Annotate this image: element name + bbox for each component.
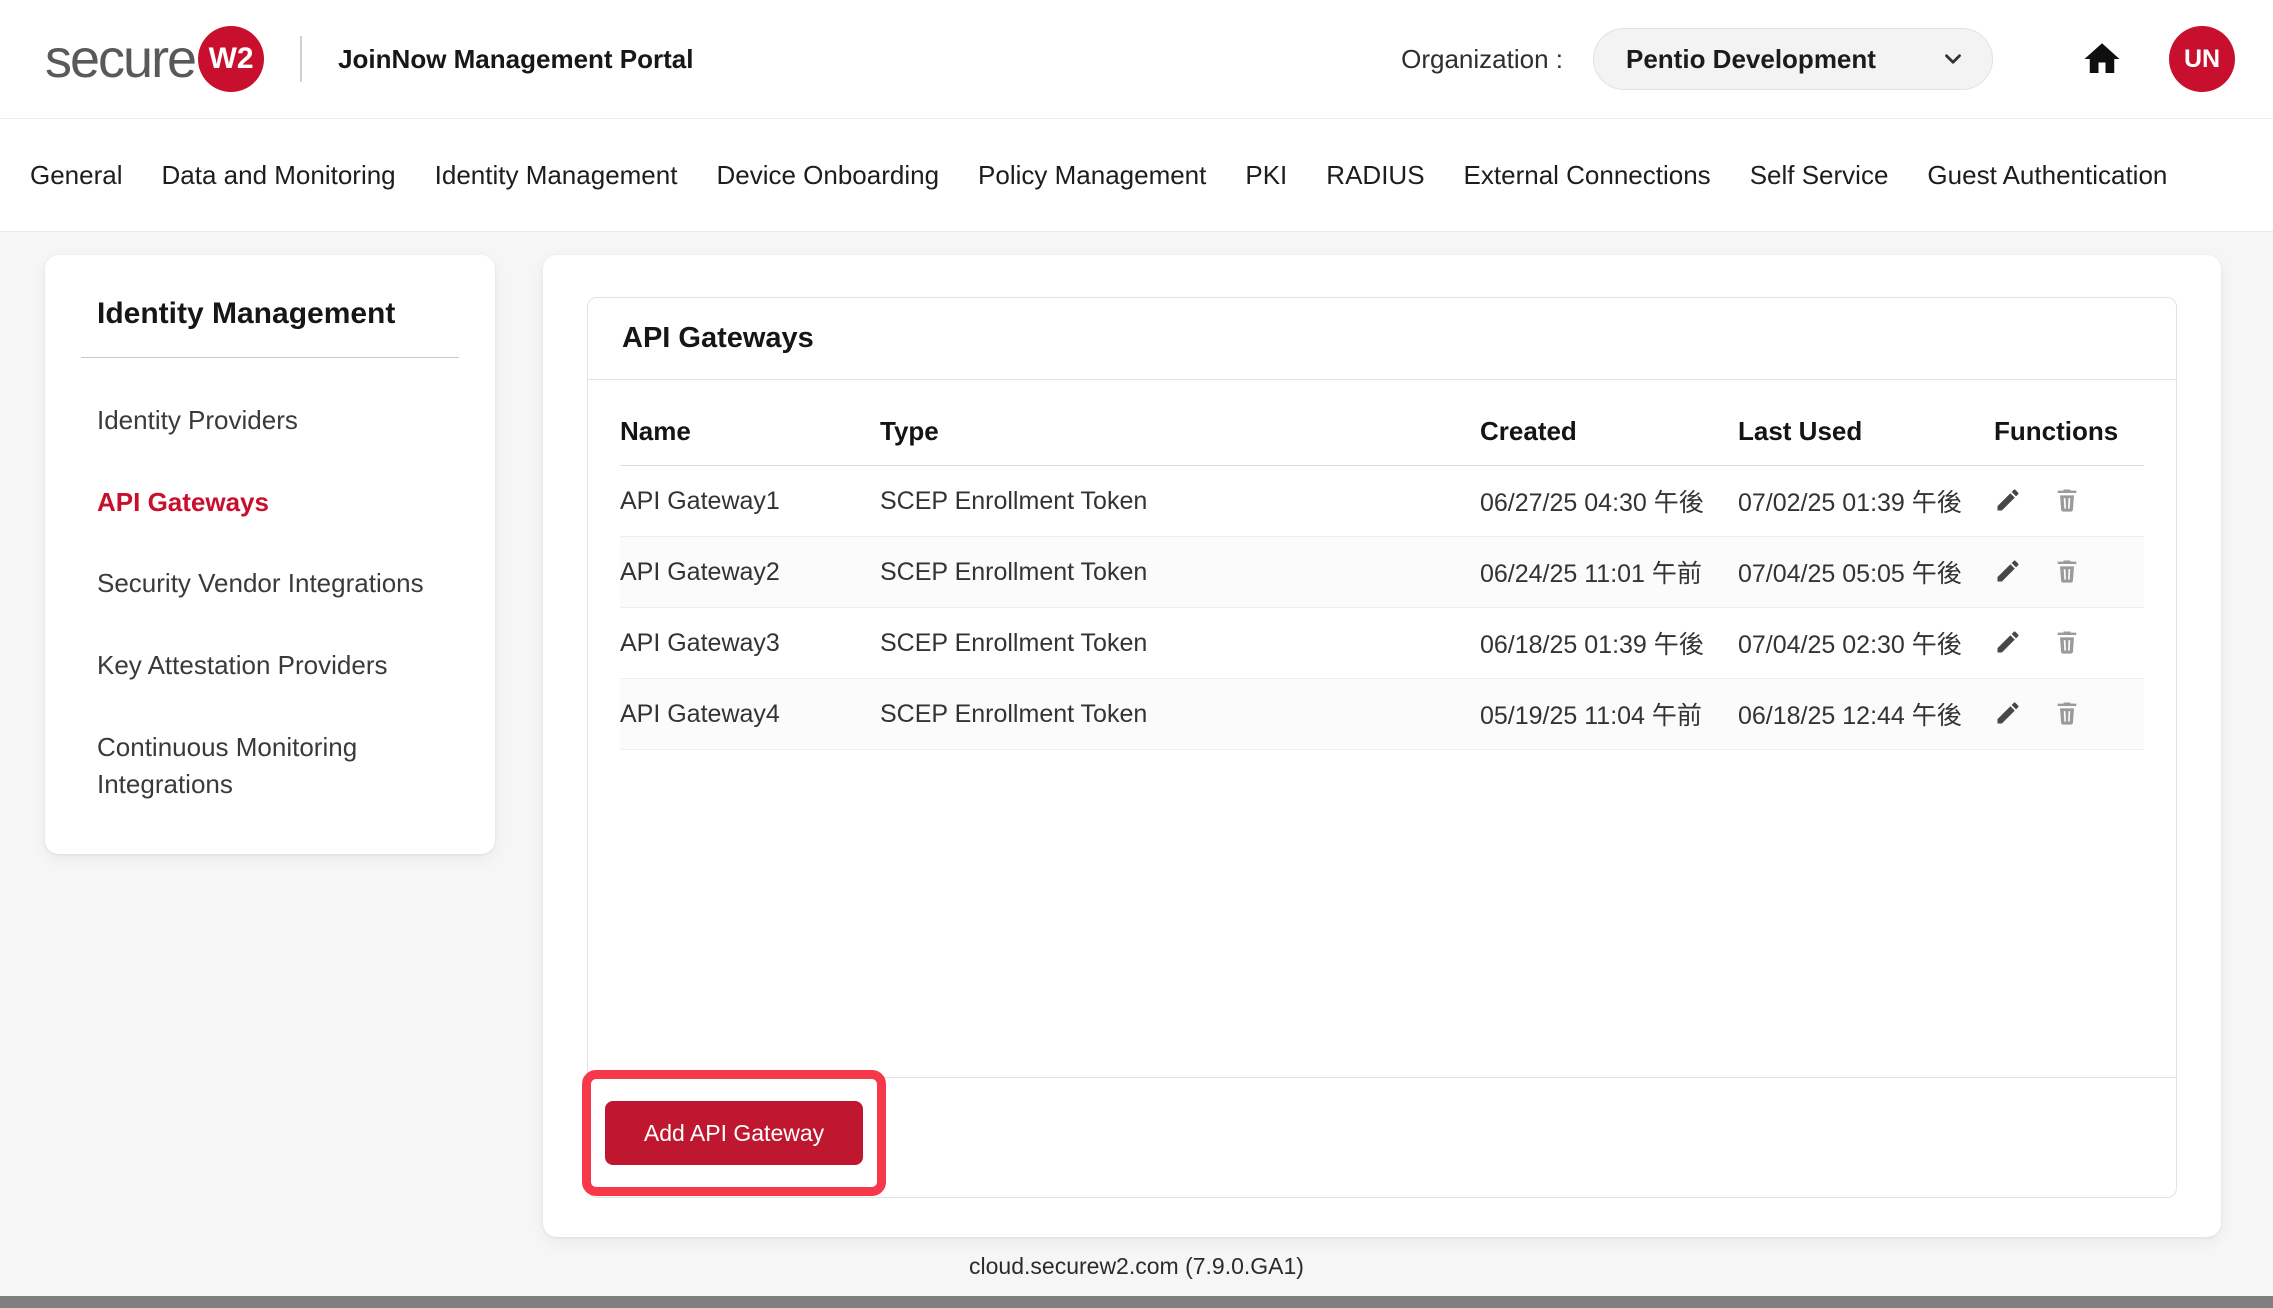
column-header-created: Created — [1480, 400, 1738, 466]
nav-item-external-connections[interactable]: External Connections — [1464, 160, 1711, 191]
identity-management-sidebar: Identity Management Identity Providers A… — [45, 255, 495, 854]
nav-item-pki[interactable]: PKI — [1245, 160, 1287, 191]
cell-name: API Gateway1 — [620, 466, 880, 537]
logo-text: secure — [45, 28, 195, 90]
cell-last-used: 06/18/25 12:44 午後 — [1738, 679, 1994, 750]
cell-type: SCEP Enrollment Token — [880, 466, 1480, 537]
table-header-row: Name Type Created Last Used Functions — [620, 400, 2144, 466]
edit-button[interactable] — [1994, 486, 2022, 517]
nav-item-identity-management[interactable]: Identity Management — [435, 160, 678, 191]
delete-button[interactable] — [2053, 557, 2081, 588]
cell-last-used: 07/04/25 05:05 午後 — [1738, 537, 1994, 608]
home-icon[interactable] — [2081, 38, 2123, 80]
cell-functions — [1994, 608, 2144, 679]
sidebar-item-security-vendor-integrations[interactable]: Security Vendor Integrations — [97, 565, 425, 603]
column-header-functions: Functions — [1994, 400, 2144, 466]
nav-item-data-and-monitoring[interactable]: Data and Monitoring — [162, 160, 396, 191]
cell-last-used: 07/02/25 01:39 午後 — [1738, 466, 1994, 537]
nav-item-guest-authentication[interactable]: Guest Authentication — [1927, 160, 2167, 191]
pencil-icon — [1998, 489, 2019, 510]
api-gateways-panel: API Gateways Name Type Created Last Used… — [587, 297, 2177, 1198]
cell-name: API Gateway4 — [620, 679, 880, 750]
cell-functions — [1994, 537, 2144, 608]
bottom-window-bar — [0, 1296, 2273, 1308]
api-gateways-table: Name Type Created Last Used Functions AP… — [620, 400, 2144, 750]
edit-button[interactable] — [1994, 557, 2022, 588]
cell-functions — [1994, 679, 2144, 750]
sidebar-item-api-gateways[interactable]: API Gateways — [97, 484, 425, 522]
logo-badge: W2 — [198, 26, 264, 92]
sidebar-item-key-attestation-providers[interactable]: Key Attestation Providers — [97, 647, 425, 685]
pencil-icon — [1998, 702, 2019, 723]
sidebar-list: Identity Providers API Gateways Security… — [81, 402, 459, 804]
top-header: secure W2 JoinNow Management Portal Orga… — [0, 0, 2273, 119]
annotation-highlight-box: Add API Gateway — [582, 1070, 886, 1196]
chevron-down-icon — [1940, 46, 1966, 72]
delete-button[interactable] — [2053, 628, 2081, 659]
panel-footer: Add API Gateway — [588, 1077, 2176, 1197]
edit-button[interactable] — [1994, 628, 2022, 659]
cell-created: 06/18/25 01:39 午後 — [1480, 608, 1738, 679]
sidebar-item-continuous-monitoring-integrations[interactable]: Continuous Monitoring Integrations — [97, 729, 425, 804]
sidebar-item-identity-providers[interactable]: Identity Providers — [97, 402, 425, 440]
table-row: API Gateway1 SCEP Enrollment Token 06/27… — [620, 466, 2144, 537]
delete-button[interactable] — [2053, 699, 2081, 730]
edit-button[interactable] — [1994, 699, 2022, 730]
column-header-last-used: Last Used — [1738, 400, 1994, 466]
header-right: Organization : Pentio Development UN — [1401, 26, 2235, 92]
pencil-icon — [1998, 631, 2019, 652]
cell-functions — [1994, 466, 2144, 537]
site-footer-text: cloud.securew2.com (7.9.0.GA1) — [0, 1237, 2273, 1296]
nav-item-general[interactable]: General — [30, 160, 123, 191]
cell-last-used: 07/04/25 02:30 午後 — [1738, 608, 1994, 679]
content-area: Identity Management Identity Providers A… — [0, 232, 2273, 1237]
sidebar-title: Identity Management — [81, 297, 459, 358]
organization-selected-value: Pentio Development — [1626, 44, 1876, 75]
main-card: API Gateways Name Type Created Last Used… — [543, 255, 2221, 1237]
cell-created: 06/24/25 11:01 午前 — [1480, 537, 1738, 608]
trash-icon — [2060, 495, 2074, 511]
table-row: API Gateway3 SCEP Enrollment Token 06/18… — [620, 608, 2144, 679]
panel-body: Name Type Created Last Used Functions AP… — [588, 380, 2176, 1077]
portal-title: JoinNow Management Portal — [338, 44, 693, 75]
securew2-logo[interactable]: secure W2 — [45, 26, 264, 92]
organization-dropdown[interactable]: Pentio Development — [1593, 28, 1993, 90]
column-header-name: Name — [620, 400, 880, 466]
cell-name: API Gateway3 — [620, 608, 880, 679]
trash-icon — [2060, 637, 2074, 653]
nav-item-radius[interactable]: RADIUS — [1326, 160, 1424, 191]
trash-icon — [2060, 566, 2074, 582]
table-row: API Gateway4 SCEP Enrollment Token 05/19… — [620, 679, 2144, 750]
table-row: API Gateway2 SCEP Enrollment Token 06/24… — [620, 537, 2144, 608]
add-api-gateway-button[interactable]: Add API Gateway — [605, 1101, 863, 1165]
panel-title: API Gateways — [588, 298, 2176, 380]
nav-item-self-service[interactable]: Self Service — [1750, 160, 1889, 191]
cell-created: 05/19/25 11:04 午前 — [1480, 679, 1738, 750]
nav-item-device-onboarding[interactable]: Device Onboarding — [716, 160, 939, 191]
cell-type: SCEP Enrollment Token — [880, 537, 1480, 608]
nav-item-policy-management[interactable]: Policy Management — [978, 160, 1206, 191]
cell-name: API Gateway2 — [620, 537, 880, 608]
app-root: secure W2 JoinNow Management Portal Orga… — [0, 0, 2273, 1308]
pencil-icon — [1998, 560, 2019, 581]
avatar[interactable]: UN — [2169, 26, 2235, 92]
organization-label: Organization : — [1401, 44, 1563, 75]
cell-type: SCEP Enrollment Token — [880, 608, 1480, 679]
main-nav: General Data and Monitoring Identity Man… — [0, 119, 2273, 232]
cell-created: 06/27/25 04:30 午後 — [1480, 466, 1738, 537]
cell-type: SCEP Enrollment Token — [880, 679, 1480, 750]
trash-icon — [2060, 708, 2074, 724]
column-header-type: Type — [880, 400, 1480, 466]
delete-button[interactable] — [2053, 486, 2081, 517]
header-divider — [300, 36, 302, 82]
